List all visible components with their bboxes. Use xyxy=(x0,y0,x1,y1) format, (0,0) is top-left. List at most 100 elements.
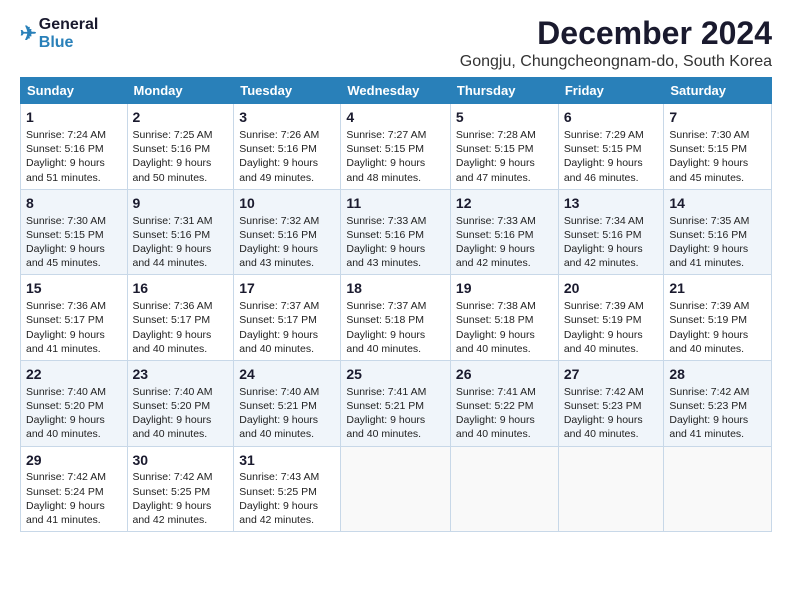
day-number: 6 xyxy=(564,108,659,127)
day-number: 16 xyxy=(133,279,229,298)
calendar-week-4: 22Sunrise: 7:40 AMSunset: 5:20 PMDayligh… xyxy=(21,360,772,446)
sunset-text: Sunset: 5:24 PM xyxy=(26,486,104,498)
day-number: 7 xyxy=(669,108,766,127)
calendar-cell xyxy=(450,446,558,532)
day-info: Sunrise: 7:31 AMSunset: 5:16 PMDaylight:… xyxy=(133,214,229,271)
calendar-cell: 7Sunrise: 7:30 AMSunset: 5:15 PMDaylight… xyxy=(664,104,772,190)
sunset-text: Sunset: 5:23 PM xyxy=(669,400,747,412)
day-info: Sunrise: 7:33 AMSunset: 5:16 PMDaylight:… xyxy=(346,214,445,271)
sunrise-text: Sunrise: 7:24 AM xyxy=(26,129,106,141)
day-info: Sunrise: 7:28 AM Sunset: 5:15 PM Daylight:… xyxy=(456,128,553,185)
daylight-text: Daylight: 9 hours and 48 minutes. xyxy=(346,157,425,183)
daylight-text: Daylight: 9 hours and 41 minutes. xyxy=(669,414,748,440)
daylight-text: Daylight: 9 hours and 41 minutes. xyxy=(669,243,748,269)
sunset-text: Sunset: 5:19 PM xyxy=(669,314,747,326)
calendar-cell: 23Sunrise: 7:40 AMSunset: 5:20 PMDayligh… xyxy=(127,360,234,446)
day-number: 31 xyxy=(239,451,335,470)
daylight-text: Daylight: 9 hours and 47 minutes. xyxy=(456,157,535,183)
day-info: Sunrise: 7:36 AMSunset: 5:17 PMDaylight:… xyxy=(26,299,122,356)
daylight-text: Daylight: 9 hours and 41 minutes. xyxy=(26,500,105,526)
calendar-cell xyxy=(558,446,664,532)
sunrise-text: Sunrise: 7:30 AM xyxy=(26,215,106,227)
sunrise-text: Sunrise: 7:43 AM xyxy=(239,471,319,483)
day-info: Sunrise: 7:43 AMSunset: 5:25 PMDaylight:… xyxy=(239,470,335,527)
calendar-cell: 14Sunrise: 7:35 AMSunset: 5:16 PMDayligh… xyxy=(664,189,772,275)
sunset-text: Sunset: 5:18 PM xyxy=(346,314,424,326)
daylight-text: Daylight: 9 hours and 40 minutes. xyxy=(456,329,535,355)
day-info: Sunrise: 7:29 AMSunset: 5:15 PMDaylight:… xyxy=(564,128,659,185)
day-info: Sunrise: 7:26 AMSunset: 5:16 PMDaylight:… xyxy=(239,128,335,185)
day-info: Sunrise: 7:34 AMSunset: 5:16 PMDaylight:… xyxy=(564,214,659,271)
sunset-text: Sunset: 5:17 PM xyxy=(239,314,317,326)
day-number: 17 xyxy=(239,279,335,298)
col-monday: Monday xyxy=(127,78,234,104)
day-number: 25 xyxy=(346,365,445,384)
header: ✈ General Blue December 2024 Gongju, Chu… xyxy=(20,16,772,71)
col-thursday: Thursday xyxy=(450,78,558,104)
calendar-cell: 29Sunrise: 7:42 AMSunset: 5:24 PMDayligh… xyxy=(21,446,128,532)
daylight-text: Daylight: 9 hours and 50 minutes. xyxy=(133,157,212,183)
day-number: 4 xyxy=(346,108,445,127)
daylight-text: Daylight: 9 hours and 40 minutes. xyxy=(26,414,105,440)
daylight-text: Daylight: 9 hours and 40 minutes. xyxy=(564,414,643,440)
sunrise-text: Sunrise: 7:33 AM xyxy=(456,215,536,227)
sunset-text: Sunset: 5:16 PM xyxy=(239,229,317,241)
logo-line2: Blue xyxy=(39,34,99,52)
daylight-text: Daylight: 9 hours and 40 minutes. xyxy=(564,329,643,355)
calendar-cell: 13Sunrise: 7:34 AMSunset: 5:16 PMDayligh… xyxy=(558,189,664,275)
logo: ✈ General Blue xyxy=(20,16,98,51)
daylight-text: Daylight: 9 hours and 40 minutes. xyxy=(346,329,425,355)
sunset-text: Sunset: 5:23 PM xyxy=(564,400,642,412)
calendar-week-1: 1 Sunrise: 7:24 AM Sunset: 5:16 PM Daylight… xyxy=(21,104,772,190)
day-number: 1 xyxy=(26,108,122,127)
day-info: Sunrise: 7:41 AMSunset: 5:21 PMDaylight:… xyxy=(346,385,445,442)
sunset-text: Sunset: 5:16 PM xyxy=(26,143,104,155)
sunrise-text: Sunrise: 7:42 AM xyxy=(564,386,644,398)
sunset-text: Sunset: 5:21 PM xyxy=(239,400,317,412)
sunset-text: Sunset: 5:15 PM xyxy=(456,143,534,155)
calendar-week-2: 8Sunrise: 7:30 AMSunset: 5:15 PMDaylight… xyxy=(21,189,772,275)
day-info: Sunrise: 7:42 AM Sunset: 5:23 PM Daylight:… xyxy=(564,385,659,442)
sunset-text: Sunset: 5:15 PM xyxy=(669,143,747,155)
daylight-text: Daylight: 9 hours and 40 minutes. xyxy=(346,414,425,440)
sunrise-text: Sunrise: 7:32 AM xyxy=(239,215,319,227)
day-number: 3 xyxy=(239,108,335,127)
calendar-cell: 22Sunrise: 7:40 AMSunset: 5:20 PMDayligh… xyxy=(21,360,128,446)
day-info: Sunrise: 7:39 AMSunset: 5:19 PMDaylight:… xyxy=(564,299,659,356)
sunset-text: Sunset: 5:16 PM xyxy=(669,229,747,241)
day-number: 23 xyxy=(133,365,229,384)
day-info: Sunrise: 7:36 AMSunset: 5:17 PMDaylight:… xyxy=(133,299,229,356)
sunrise-text: Sunrise: 7:31 AM xyxy=(133,215,213,227)
calendar-cell: 25Sunrise: 7:41 AMSunset: 5:21 PMDayligh… xyxy=(341,360,451,446)
day-number: 28 xyxy=(669,365,766,384)
calendar-cell: 18Sunrise: 7:37 AMSunset: 5:18 PMDayligh… xyxy=(341,275,451,361)
sunrise-text: Sunrise: 7:27 AM xyxy=(346,129,426,141)
day-number: 15 xyxy=(26,279,122,298)
calendar-cell: 21Sunrise: 7:39 AMSunset: 5:19 PMDayligh… xyxy=(664,275,772,361)
sunset-text: Sunset: 5:25 PM xyxy=(133,486,211,498)
day-info: Sunrise: 7:24 AMSunset: 5:16 PMDaylight:… xyxy=(26,128,122,185)
sunrise-text: Sunrise: 7:28 AM xyxy=(456,129,536,141)
day-number: 19 xyxy=(456,279,553,298)
sunrise-text: Sunrise: 7:40 AM xyxy=(133,386,213,398)
calendar-cell: 30Sunrise: 7:42 AMSunset: 5:25 PMDayligh… xyxy=(127,446,234,532)
sunrise-text: Sunrise: 7:42 AM xyxy=(669,386,749,398)
daylight-text: Daylight: 9 hours and 40 minutes. xyxy=(133,329,212,355)
sunset-text: Sunset: 5:16 PM xyxy=(133,229,211,241)
sunset-text: Sunset: 5:21 PM xyxy=(346,400,424,412)
sunrise-text: Sunrise: 7:37 AM xyxy=(239,300,319,312)
header-row: Sunday Monday Tuesday Wednesday Thursday… xyxy=(21,78,772,104)
daylight-text: Daylight: 9 hours and 45 minutes. xyxy=(669,157,748,183)
day-number: 21 xyxy=(669,279,766,298)
calendar-cell: 20Sunrise: 7:39 AMSunset: 5:19 PMDayligh… xyxy=(558,275,664,361)
calendar-cell: 26Sunrise: 7:41 AMSunset: 5:22 PMDayligh… xyxy=(450,360,558,446)
daylight-text: Daylight: 9 hours and 40 minutes. xyxy=(456,414,535,440)
daylight-text: Daylight: 9 hours and 42 minutes. xyxy=(456,243,535,269)
calendar-cell: 11Sunrise: 7:33 AMSunset: 5:16 PMDayligh… xyxy=(341,189,451,275)
subtitle: Gongju, Chungcheongnam-do, South Korea xyxy=(460,53,772,71)
sunset-text: Sunset: 5:19 PM xyxy=(564,314,642,326)
calendar-cell: 8Sunrise: 7:30 AMSunset: 5:15 PMDaylight… xyxy=(21,189,128,275)
day-info: Sunrise: 7:30 AMSunset: 5:15 PMDaylight:… xyxy=(669,128,766,185)
day-info: Sunrise: 7:25 AMSunset: 5:16 PMDaylight:… xyxy=(133,128,229,185)
col-friday: Friday xyxy=(558,78,664,104)
